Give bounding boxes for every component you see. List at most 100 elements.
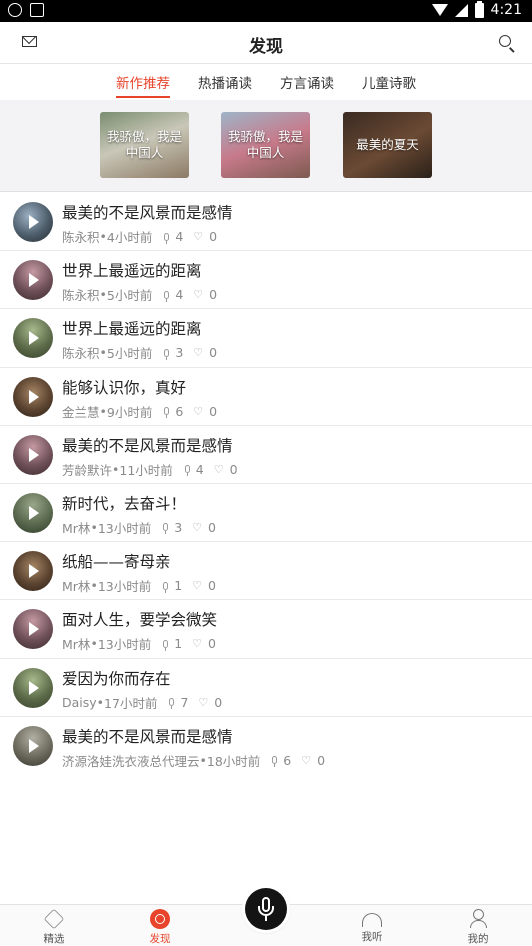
listen-count: 4 [195, 461, 204, 477]
mic-icon [163, 523, 169, 535]
banner-card[interactable]: 最美的夏天 [343, 112, 432, 178]
list-item[interactable]: 世界上最遥远的距离 陈永积 • 5小时前 4 ♡ 0 [0, 251, 532, 310]
item-author: 金兰慧 [62, 404, 100, 420]
like-count: 0 [209, 229, 218, 244]
tab-children-poems[interactable]: 儿童诗歌 [362, 64, 416, 100]
like-count: 0 [208, 636, 216, 652]
item-time: 5小时前 [106, 346, 153, 362]
item-author: Mr林 [62, 637, 91, 653]
play-icon [29, 331, 39, 346]
item-time: 17小时前 [104, 695, 158, 711]
list-item[interactable]: 面对人生，要学会微笑 Mr林 • 13小时前 1 ♡ 0 [0, 600, 532, 659]
listen-count: 4 [175, 287, 184, 303]
list-item[interactable]: 世界上最遥远的距离 陈永积 • 5小时前 3 ♡ 0 [0, 309, 532, 368]
item-title: 爱因为你而存在 [62, 669, 171, 688]
heart-icon: ♡ [193, 288, 204, 302]
item-meta: Mr林 • 13小时前 1 ♡ 0 [62, 636, 216, 653]
listen-count: 3 [175, 345, 184, 361]
headset-icon [362, 913, 382, 927]
nav-label: 精选 [43, 933, 65, 945]
banner-card[interactable]: 我骄傲，我是中国人 [100, 112, 189, 178]
nav-listen[interactable]: 我听 [342, 909, 402, 944]
item-meta: 金兰慧 • 9小时前 6 ♡ 0 [62, 403, 218, 420]
status-bar: 4:21 [0, 0, 532, 22]
listen-count: 4 [175, 229, 184, 244]
like-count: 0 [208, 519, 216, 535]
item-time: 13小时前 [97, 520, 152, 536]
discover-icon [150, 909, 170, 929]
play-icon [29, 505, 39, 520]
item-meta: 济源洛娃洗衣液总代理云 • 18小时前 6 ♡ 0 [62, 752, 326, 769]
status-time: 4:21 [490, 2, 522, 18]
nav-label: 我的 [467, 933, 489, 945]
item-author: 陈永积 [62, 346, 100, 362]
play-icon [29, 564, 39, 579]
user-icon [468, 909, 488, 929]
tab-dialect-readings[interactable]: 方言诵读 [280, 64, 334, 100]
like-count: 0 [209, 287, 218, 303]
mic-icon [184, 465, 190, 477]
cover-thumbnail[interactable] [13, 725, 53, 766]
shield-icon [8, 3, 22, 17]
recording-list: 最美的不是风景而是感情 陈永积 • 4小时前 4 ♡ 0 世界上最遥远的距离 陈永… [0, 193, 532, 775]
item-author: 济源洛娃洗衣液总代理云 [62, 753, 200, 769]
list-item[interactable]: 最美的不是风景而是感情 陈永积 • 4小时前 4 ♡ 0 [0, 193, 532, 252]
like-count: 0 [214, 694, 223, 710]
item-title: 最美的不是风景而是感情 [62, 204, 233, 222]
like-count: 0 [317, 752, 326, 768]
cover-thumbnail[interactable] [13, 376, 53, 417]
list-item[interactable]: 最美的不是风景而是感情 济源洛娃洗衣液总代理云 • 18小时前 6 ♡ 0 [0, 717, 532, 775]
status-bar-right: 4:21 [431, 0, 522, 18]
cover-thumbnail[interactable] [13, 551, 53, 592]
like-count: 0 [209, 345, 218, 361]
nav-featured[interactable]: 精选 [24, 908, 84, 946]
list-item[interactable]: 爱因为你而存在 Daisy • 17小时前 7 ♡ 0 [0, 659, 532, 717]
search-icon[interactable] [499, 35, 511, 47]
heart-icon: ♡ [198, 695, 209, 709]
cover-thumbnail[interactable] [13, 609, 53, 650]
item-meta: Mr林 • 13小时前 1 ♡ 0 [62, 578, 216, 595]
item-meta: 陈永积 • 5小时前 4 ♡ 0 [62, 287, 218, 304]
listen-count: 7 [180, 694, 189, 710]
tab-hot-readings[interactable]: 热播诵读 [198, 64, 252, 100]
heart-icon: ♡ [213, 462, 224, 476]
cover-thumbnail[interactable] [13, 492, 53, 533]
item-meta: 陈永积 • 5小时前 3 ♡ 0 [62, 345, 218, 362]
nav-label: 发现 [149, 933, 171, 945]
like-count: 0 [229, 461, 238, 477]
heart-icon: ♡ [192, 579, 203, 593]
item-meta: Daisy • 17小时前 7 ♡ 0 [62, 694, 223, 711]
cover-thumbnail[interactable] [13, 318, 53, 359]
item-author: 陈永积 [62, 288, 100, 304]
list-item[interactable]: 新时代，去奋斗！ Mr林 • 13小时前 3 ♡ 0 [0, 484, 532, 543]
wifi-icon [431, 4, 448, 16]
play-icon [29, 273, 39, 288]
item-author: 芳龄默许 [62, 462, 113, 478]
item-title: 新时代，去奋斗！ [62, 494, 187, 513]
cover-thumbnail[interactable] [13, 434, 53, 475]
list-item[interactable]: 能够认识你，真好 金兰慧 • 9小时前 6 ♡ 0 [0, 368, 532, 426]
tab-new-works[interactable]: 新作推荐 [116, 64, 170, 100]
record-button[interactable] [245, 888, 287, 930]
nav-mine[interactable]: 我的 [448, 909, 508, 946]
cover-thumbnail[interactable] [13, 202, 53, 242]
listen-count: 6 [175, 403, 184, 419]
cover-thumbnail[interactable] [13, 667, 53, 708]
listen-count: 1 [174, 578, 183, 594]
item-author: 陈永积 [62, 230, 100, 245]
play-icon [29, 738, 39, 753]
nav-discover[interactable]: 发现 [130, 909, 190, 946]
banner-card[interactable]: 我骄傲，我是中国人 [221, 112, 310, 178]
mic-icon [164, 348, 170, 360]
battery-icon [474, 0, 484, 18]
list-item[interactable]: 纸船——寄母亲 Mr林 • 13小时前 1 ♡ 0 [0, 542, 532, 601]
item-time: 9小时前 [106, 404, 153, 420]
item-title: 最美的不是风景而是感情 [62, 727, 233, 746]
heart-icon: ♡ [192, 520, 203, 534]
item-time: 13小时前 [97, 579, 152, 595]
nav-label: 我听 [361, 931, 383, 943]
signal-icon [454, 3, 468, 17]
item-title: 世界上最遥远的距离 [62, 320, 202, 339]
list-item[interactable]: 最美的不是风景而是感情 芳龄默许 • 11小时前 4 ♡ 0 [0, 426, 532, 484]
cover-thumbnail[interactable] [13, 260, 53, 301]
